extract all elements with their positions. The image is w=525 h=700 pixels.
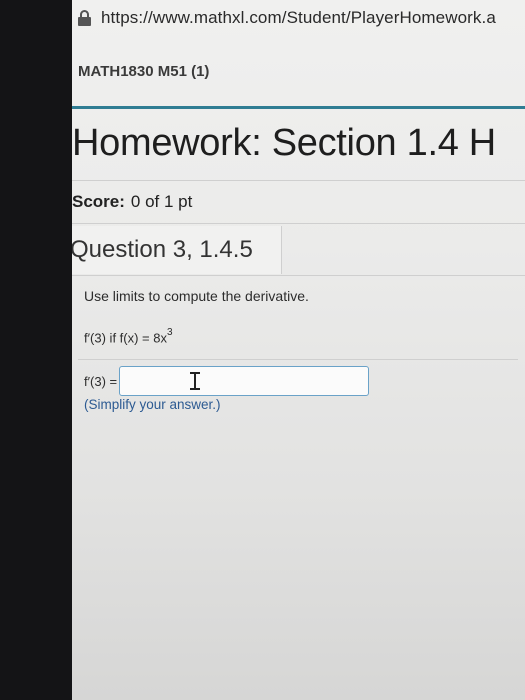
function-text: f′(3) if f(x) = 8x [84,330,167,346]
ibeam-cursor-icon [190,372,200,390]
question-tab: Question 3, 1.4.5 [72,226,282,274]
function-statement: f′(3) if f(x) = 8x3 [84,327,173,346]
score-label: Score: [72,192,125,211]
answer-label: f′(3) = [84,373,118,389]
question-title: Question 3, 1.4.5 [72,236,253,263]
tab-divider [72,275,525,276]
homework-header: Homework: Section 1.4 H [72,109,525,177]
function-exponent: 3 [166,327,173,338]
browser-window: https://www.mathxl.com/Student/PlayerHom… [72,0,525,700]
url-text[interactable]: https://www.mathxl.com/Student/PlayerHom… [101,8,496,28]
simplify-hint: (Simplify your answer.) [84,397,221,412]
score-row: Score: 0 of 1 pt [72,180,525,224]
lock-icon [78,10,91,26]
answer-input[interactable] [119,366,370,396]
content-divider [78,359,518,360]
question-instruction: Use limits to compute the derivative. [84,288,309,304]
answer-row: f′(3) = [84,366,370,396]
course-title: MATH1830 M51 (1) [78,62,210,80]
score-value: 0 of 1 pt [130,192,193,211]
address-bar[interactable]: https://www.mathxl.com/Student/PlayerHom… [72,0,525,36]
course-header: MATH1830 M51 (1) [72,36,525,106]
homework-title: Homework: Section 1.4 H [72,121,496,164]
